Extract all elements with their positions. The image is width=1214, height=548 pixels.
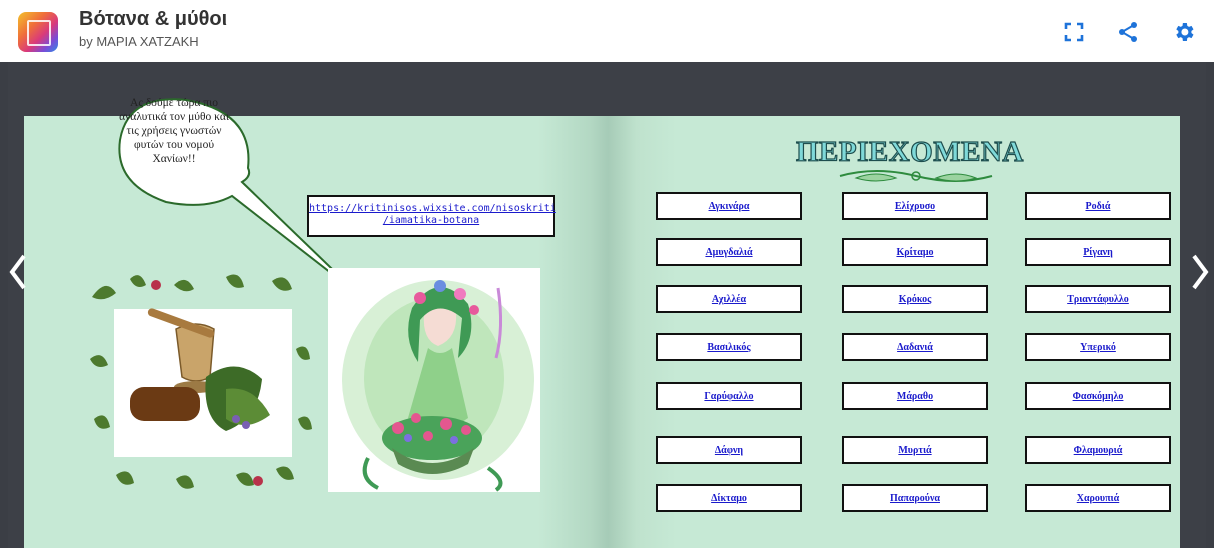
top-bar: Βότανα & μύθοι by ΜΑΡΙΑ ΧΑΤΖΑΚΗ	[0, 0, 1214, 62]
contents-heading: ΠΕΡΙΕΧΟΜΕΝΑ	[795, 135, 1024, 168]
contents-item[interactable]: Δαδανιά	[842, 333, 988, 361]
flower-fairy-image	[328, 268, 540, 492]
external-link-box[interactable]: https://kritinisos.wixsite.com/nisoskrit…	[307, 195, 556, 237]
bubble-text: Ας δούμε τώρα πιο αναλυτικά τον μύθο και…	[119, 97, 229, 165]
contents-item[interactable]: Αμυγδαλιά	[656, 238, 802, 266]
next-page-button[interactable]	[1188, 250, 1212, 294]
book-title: Βότανα & μύθοι	[79, 8, 228, 30]
book-author: by ΜΑΡΙΑ ΧΑΤΖΑΚΗ	[79, 34, 199, 49]
contents-item[interactable]: Μάραθο	[842, 382, 988, 410]
book-creator-logo-icon	[18, 12, 58, 52]
fullscreen-icon[interactable]	[1062, 20, 1086, 44]
contents-item[interactable]: Αχιλλέα	[656, 285, 802, 313]
contents-item[interactable]: Ελίχρυσο	[842, 192, 988, 220]
gear-icon[interactable]	[1172, 20, 1196, 44]
contents-item[interactable]: Κρόκος	[842, 285, 988, 313]
contents-item[interactable]: Χαρουπιά	[1025, 484, 1171, 512]
link-line-1[interactable]: https://kritinisos.wixsite.com/nisoskrit…	[309, 203, 556, 215]
contents-item[interactable]: Γαρύφαλλο	[656, 382, 802, 410]
contents-item[interactable]: Φλαμουριά	[1025, 436, 1171, 464]
share-icon[interactable]	[1116, 20, 1140, 44]
contents-item[interactable]: Φασκόμηλο	[1025, 382, 1171, 410]
contents-item[interactable]: Δάφνη	[656, 436, 802, 464]
link-line-2[interactable]: /iamatika-botana	[309, 215, 553, 227]
contents-item[interactable]: Δίκταμο	[656, 484, 802, 512]
contents-item[interactable]: Παπαρούνα	[842, 484, 988, 512]
contents-item[interactable]: Βασιλικός	[656, 333, 802, 361]
contents-item[interactable]: Κρίταμο	[842, 238, 988, 266]
heading-ornament	[839, 170, 993, 182]
contents-item[interactable]: Ροδιά	[1025, 192, 1171, 220]
contents-item[interactable]: Τριαντάφυλλο	[1025, 285, 1171, 313]
contents-item[interactable]: Υπερικό	[1025, 333, 1171, 361]
contents-item[interactable]: Ρίγανη	[1025, 238, 1171, 266]
contents-item[interactable]: Μυρτιά	[842, 436, 988, 464]
herbs-image	[86, 269, 314, 501]
previous-page-button[interactable]	[6, 250, 30, 294]
contents-item[interactable]: Αγκινάρα	[656, 192, 802, 220]
